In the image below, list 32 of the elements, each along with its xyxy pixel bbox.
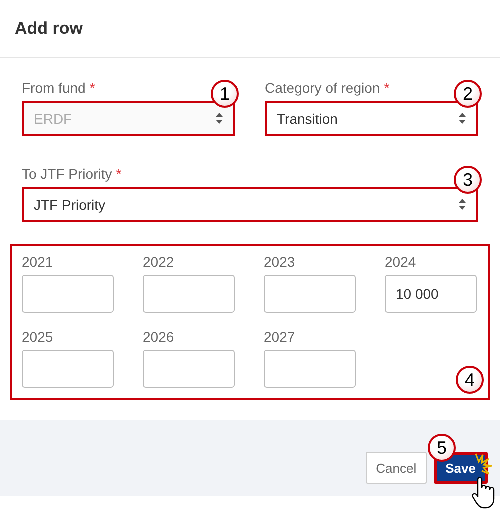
field-label: Category of region (265, 80, 380, 96)
field-label: To JTF Priority (22, 166, 112, 182)
callout-number: 1 (211, 80, 239, 108)
year-label: 2026 (143, 329, 176, 345)
amount-field[interactable]: 10 000 (385, 275, 477, 313)
year-label: 2021 (22, 254, 54, 270)
callout-number: 4 (456, 366, 484, 394)
year-label: 2024 (385, 254, 418, 270)
callout-number: 2 (454, 80, 482, 108)
cancel-button[interactable]: Cancel (366, 452, 427, 484)
callout-number: 3 (454, 166, 482, 194)
year-label: 2027 (264, 329, 296, 345)
callout-number: 5 (428, 434, 456, 462)
amount-field[interactable] (22, 350, 114, 388)
sort-icon (459, 199, 466, 210)
amount-field[interactable] (264, 275, 356, 313)
amount-field[interactable] (143, 350, 235, 388)
year-label: 2023 (264, 254, 296, 270)
required-mark: * (384, 80, 390, 96)
select-field[interactable]: JTF Priority (22, 187, 478, 222)
amount-field[interactable] (264, 350, 356, 388)
select-field[interactable]: Transition (265, 101, 478, 136)
required-mark: * (90, 80, 96, 96)
amount-field[interactable] (143, 275, 235, 313)
year-label: 2022 (143, 254, 176, 270)
year-label: 2025 (22, 329, 54, 345)
amount-field[interactable] (22, 275, 114, 313)
dialog-title: Add row (15, 18, 83, 38)
required-mark: * (116, 166, 122, 182)
field-label: From fund (22, 80, 86, 96)
sort-icon (459, 113, 466, 124)
sort-icon (216, 113, 223, 124)
